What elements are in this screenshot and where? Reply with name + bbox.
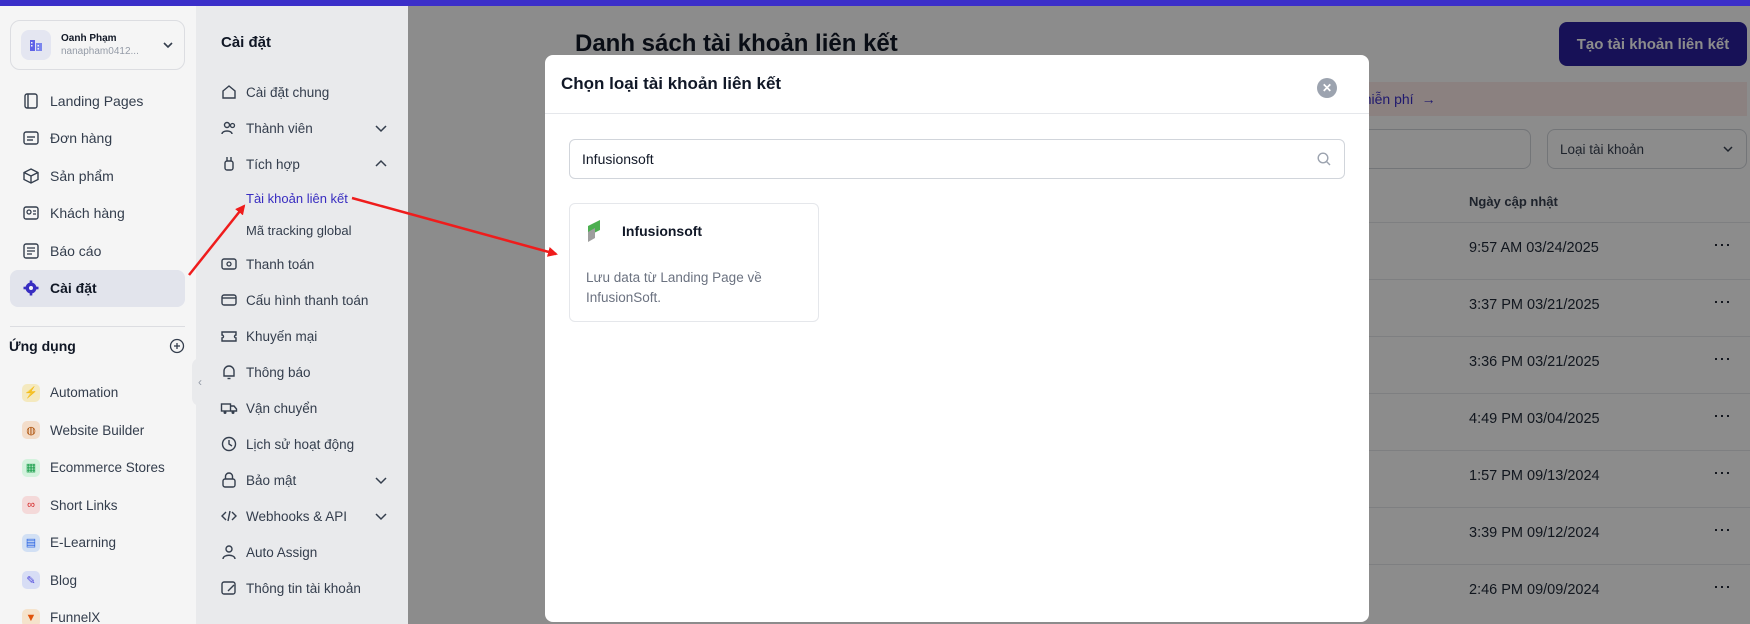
modal-backdrop-left[interactable] bbox=[0, 6, 408, 624]
search-icon bbox=[1317, 152, 1331, 166]
modal-header: Chọn loại tài khoản liên kết bbox=[545, 55, 1369, 114]
choose-account-type-modal: Chọn loại tài khoản liên kết ✕ Infusions… bbox=[545, 55, 1369, 622]
modal-search-input[interactable] bbox=[582, 151, 1316, 167]
card-description: Lưu data từ Landing Page về InfusionSoft… bbox=[586, 270, 762, 305]
integration-card-infusionsoft[interactable]: Infusionsoft Lưu data từ Landing Page về… bbox=[569, 203, 819, 322]
modal-title: Chọn loại tài khoản liên kết bbox=[561, 74, 782, 93]
modal-search-field[interactable] bbox=[569, 139, 1345, 179]
infusionsoft-logo-icon bbox=[588, 220, 600, 242]
card-header: Infusionsoft bbox=[586, 220, 702, 242]
card-title: Infusionsoft bbox=[622, 223, 703, 239]
close-icon[interactable]: ✕ bbox=[1317, 78, 1337, 98]
